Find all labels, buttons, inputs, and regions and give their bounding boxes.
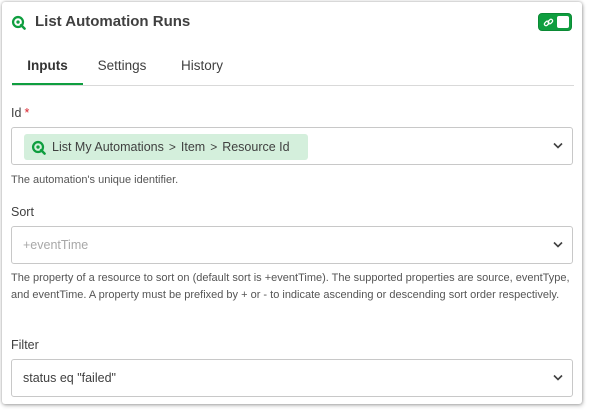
sort-label: Sort	[11, 205, 34, 219]
automation-block-panel: List Automation Runs Inputs Settings His…	[2, 2, 582, 404]
sort-field[interactable]: +eventTime	[11, 226, 573, 264]
chevron-right-icon: >	[168, 140, 176, 154]
id-label-text: Id	[11, 106, 22, 120]
sort-placeholder: +eventTime	[23, 238, 89, 252]
link-toggle[interactable]	[538, 13, 572, 31]
chevron-down-icon[interactable]	[553, 142, 563, 149]
mapped-value-chip[interactable]: List My Automations > Item > Resource Id	[24, 134, 308, 160]
filter-value: status eq "failed"	[23, 371, 116, 385]
id-field[interactable]: List My Automations > Item > Resource Id	[11, 127, 573, 165]
qlik-logo-icon	[31, 140, 46, 155]
sort-help-text: The property of a resource to sort on (d…	[11, 272, 570, 301]
qlik-logo-icon	[11, 15, 26, 30]
panel-title: List Automation Runs	[35, 13, 191, 30]
tab-inputs[interactable]: Inputs	[12, 47, 83, 85]
id-label: Id *	[11, 106, 29, 120]
chip-source-block: List My Automations	[52, 140, 164, 154]
chevron-down-icon[interactable]	[553, 241, 563, 248]
panel-header: List Automation Runs	[2, 2, 582, 42]
chevron-down-icon[interactable]	[553, 374, 563, 381]
required-mark: *	[24, 106, 30, 120]
chevron-right-icon: >	[210, 140, 218, 154]
chip-item: Item	[180, 140, 206, 154]
chip-resource-id: Resource Id	[222, 140, 290, 154]
active-tab-indicator	[12, 83, 83, 85]
toggle-knob	[557, 16, 569, 28]
tab-settings[interactable]: Settings	[92, 47, 152, 85]
tab-bar: Inputs Settings History	[12, 47, 574, 86]
tab-history[interactable]: History	[172, 47, 232, 85]
id-help-text: The automation's unique identifier.	[11, 174, 179, 186]
link-icon	[543, 18, 554, 27]
filter-label: Filter	[11, 338, 39, 352]
filter-field[interactable]: status eq "failed"	[11, 359, 573, 397]
